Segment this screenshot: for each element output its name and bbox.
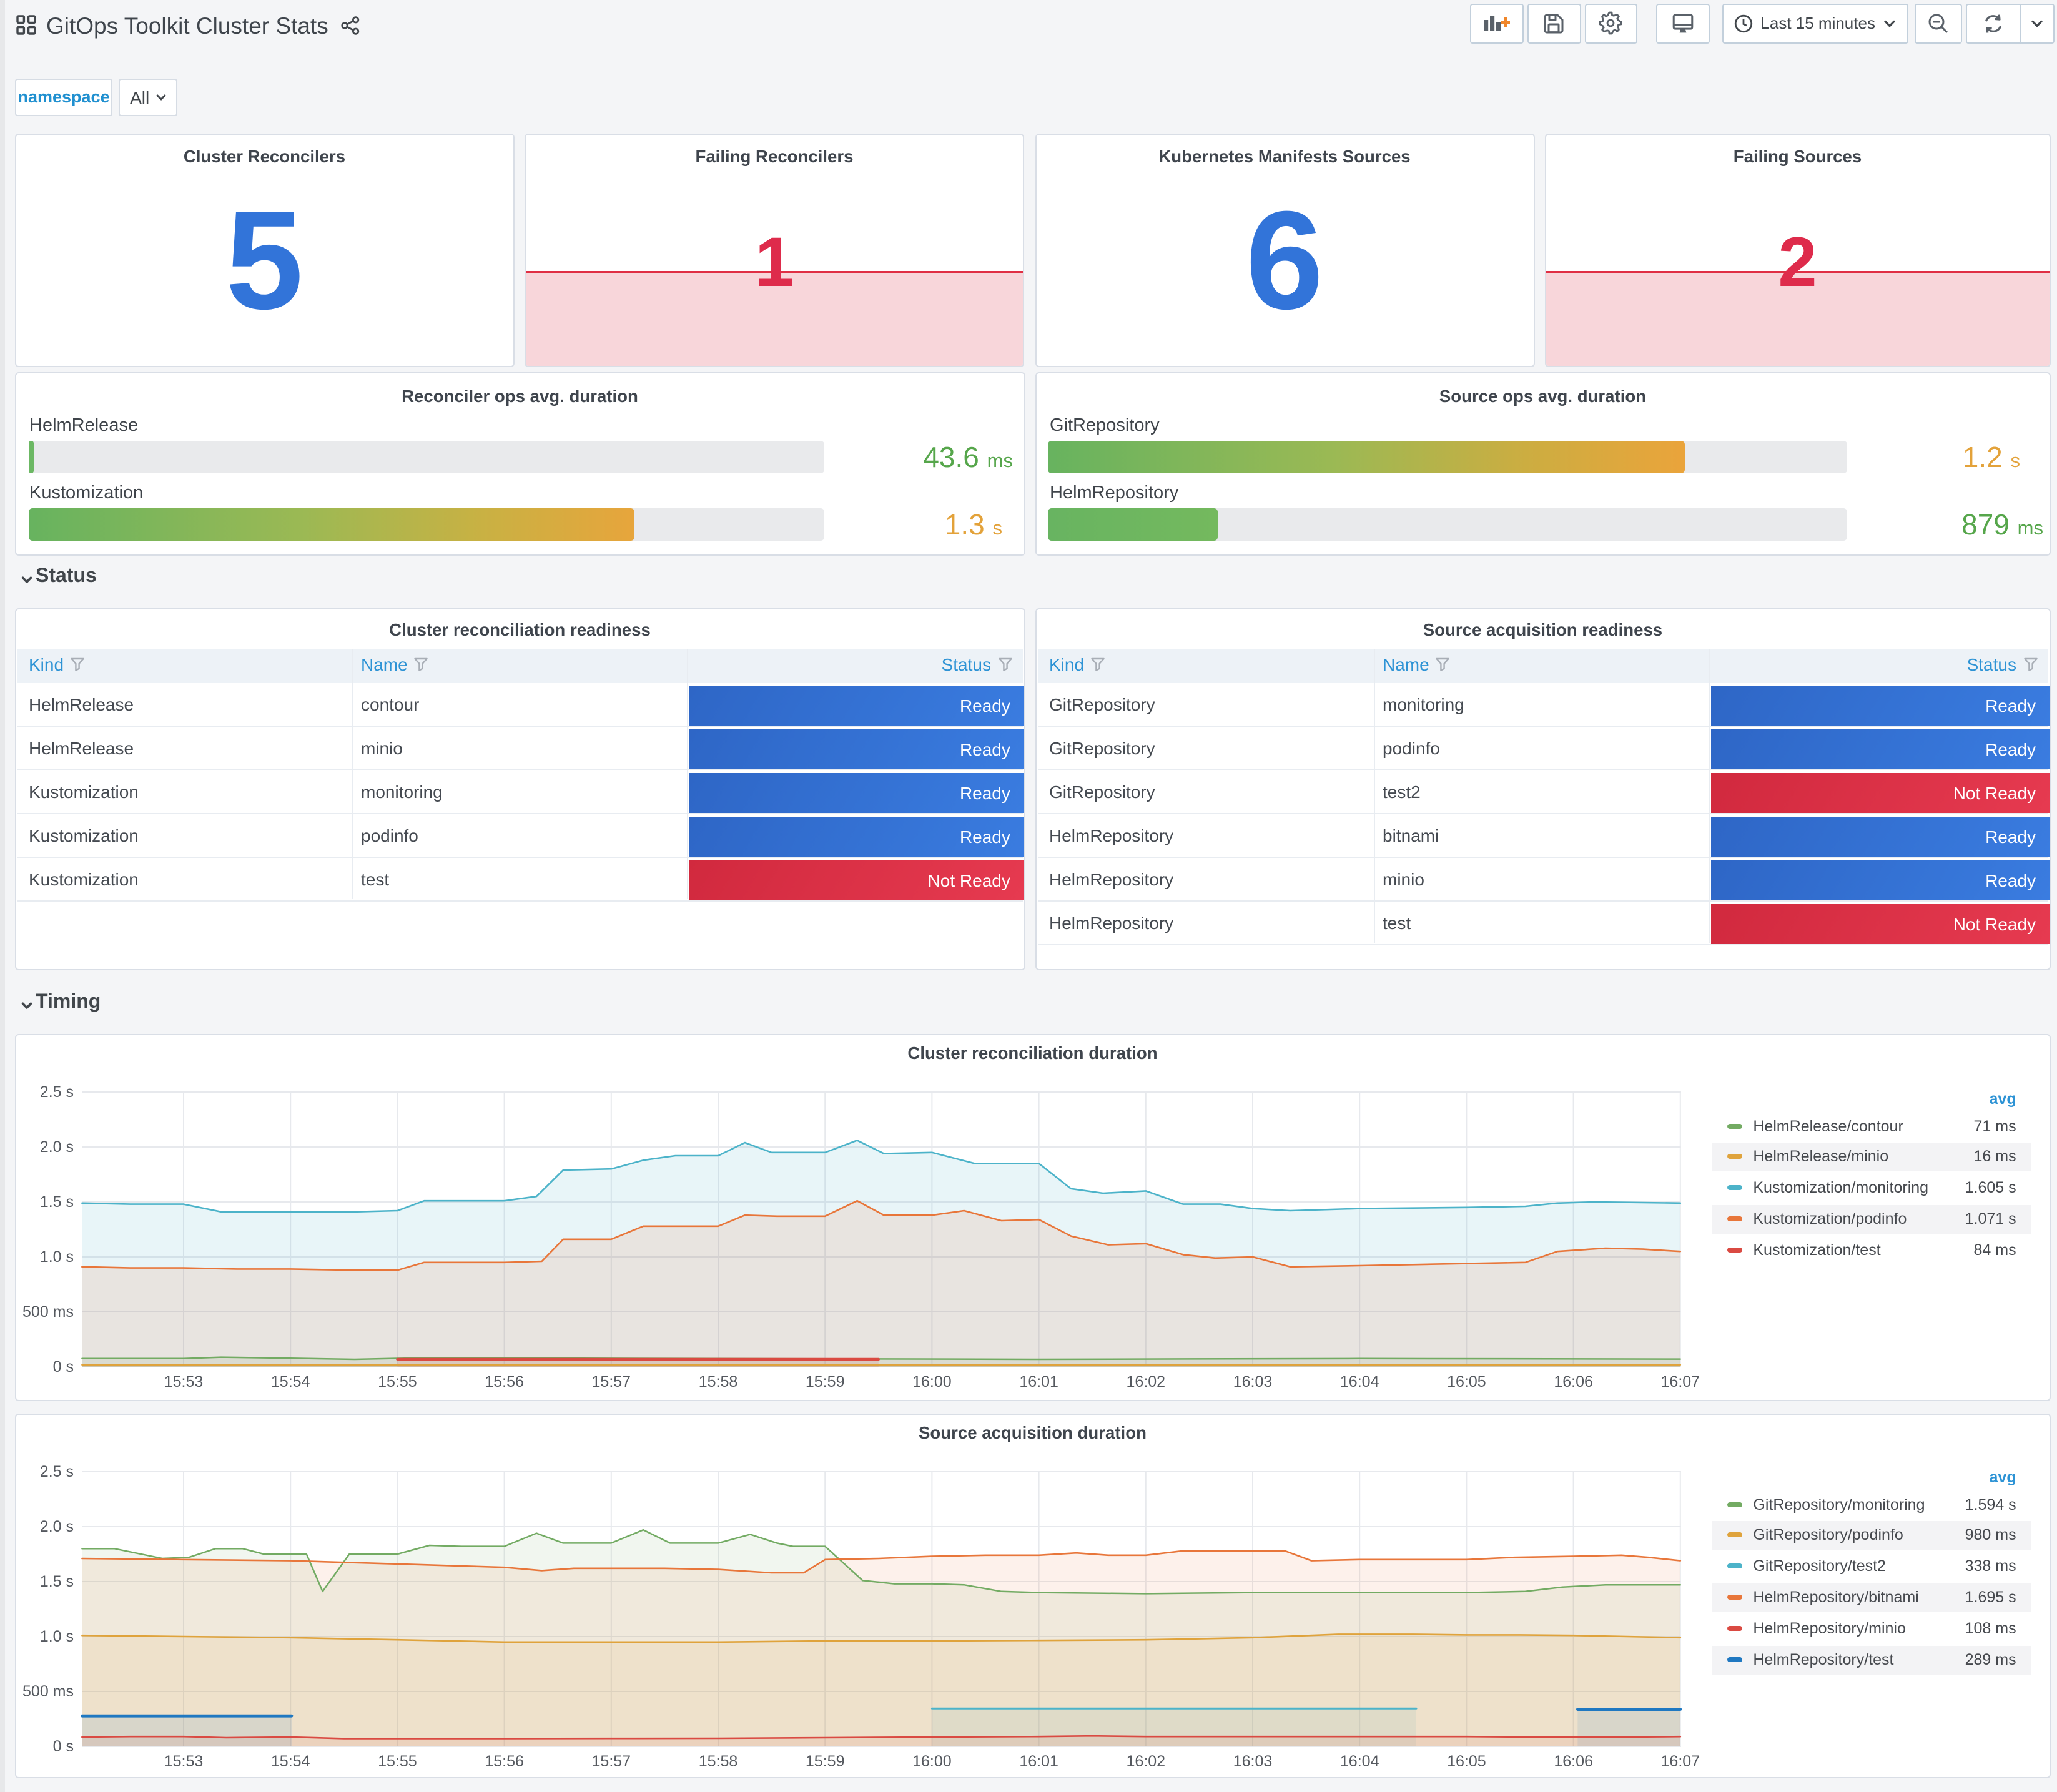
- svg-text:1.5 s: 1.5 s: [40, 1193, 74, 1211]
- svg-text:16:04: 16:04: [1340, 1373, 1379, 1391]
- svg-text:16:00: 16:00: [912, 1373, 952, 1391]
- svg-text:16:01: 16:01: [1019, 1753, 1058, 1770]
- svg-text:2.0 s: 2.0 s: [40, 1518, 74, 1535]
- svg-text:15:55: 15:55: [378, 1753, 417, 1770]
- svg-text:16:02: 16:02: [1127, 1753, 1166, 1770]
- svg-text:15:56: 15:56: [485, 1373, 524, 1391]
- svg-text:15:57: 15:57: [592, 1373, 631, 1391]
- svg-text:15:53: 15:53: [164, 1373, 204, 1391]
- svg-text:15:54: 15:54: [271, 1373, 310, 1391]
- svg-text:15:59: 15:59: [806, 1753, 845, 1770]
- svg-text:1.0 s: 1.0 s: [40, 1248, 74, 1266]
- svg-text:16:00: 16:00: [912, 1753, 952, 1770]
- svg-text:16:06: 16:06: [1554, 1753, 1593, 1770]
- svg-text:16:03: 16:03: [1233, 1373, 1273, 1391]
- svg-text:1.5 s: 1.5 s: [40, 1573, 74, 1590]
- svg-text:15:53: 15:53: [164, 1753, 204, 1770]
- svg-text:15:54: 15:54: [271, 1753, 310, 1770]
- svg-text:500 ms: 500 ms: [22, 1683, 74, 1700]
- svg-text:16:07: 16:07: [1661, 1753, 1700, 1770]
- svg-text:2.5 s: 2.5 s: [40, 1083, 74, 1101]
- svg-text:2.0 s: 2.0 s: [40, 1138, 74, 1156]
- svg-text:15:59: 15:59: [806, 1373, 845, 1391]
- svg-text:16:02: 16:02: [1127, 1373, 1166, 1391]
- svg-text:16:01: 16:01: [1019, 1373, 1058, 1391]
- svg-text:16:07: 16:07: [1661, 1373, 1700, 1391]
- svg-text:15:55: 15:55: [378, 1373, 417, 1391]
- svg-text:15:58: 15:58: [699, 1373, 738, 1391]
- svg-text:15:58: 15:58: [699, 1753, 738, 1770]
- svg-text:16:05: 16:05: [1447, 1373, 1486, 1391]
- svg-text:0 s: 0 s: [53, 1358, 74, 1376]
- svg-text:1.0 s: 1.0 s: [40, 1628, 74, 1645]
- svg-text:16:04: 16:04: [1340, 1753, 1379, 1770]
- svg-text:16:05: 16:05: [1447, 1753, 1486, 1770]
- svg-text:500 ms: 500 ms: [22, 1303, 74, 1321]
- svg-text:15:57: 15:57: [592, 1753, 631, 1770]
- svg-text:0 s: 0 s: [53, 1738, 74, 1755]
- svg-text:16:03: 16:03: [1233, 1753, 1273, 1770]
- svg-text:16:06: 16:06: [1554, 1373, 1593, 1391]
- svg-text:2.5 s: 2.5 s: [40, 1463, 74, 1480]
- svg-text:15:56: 15:56: [485, 1753, 524, 1770]
